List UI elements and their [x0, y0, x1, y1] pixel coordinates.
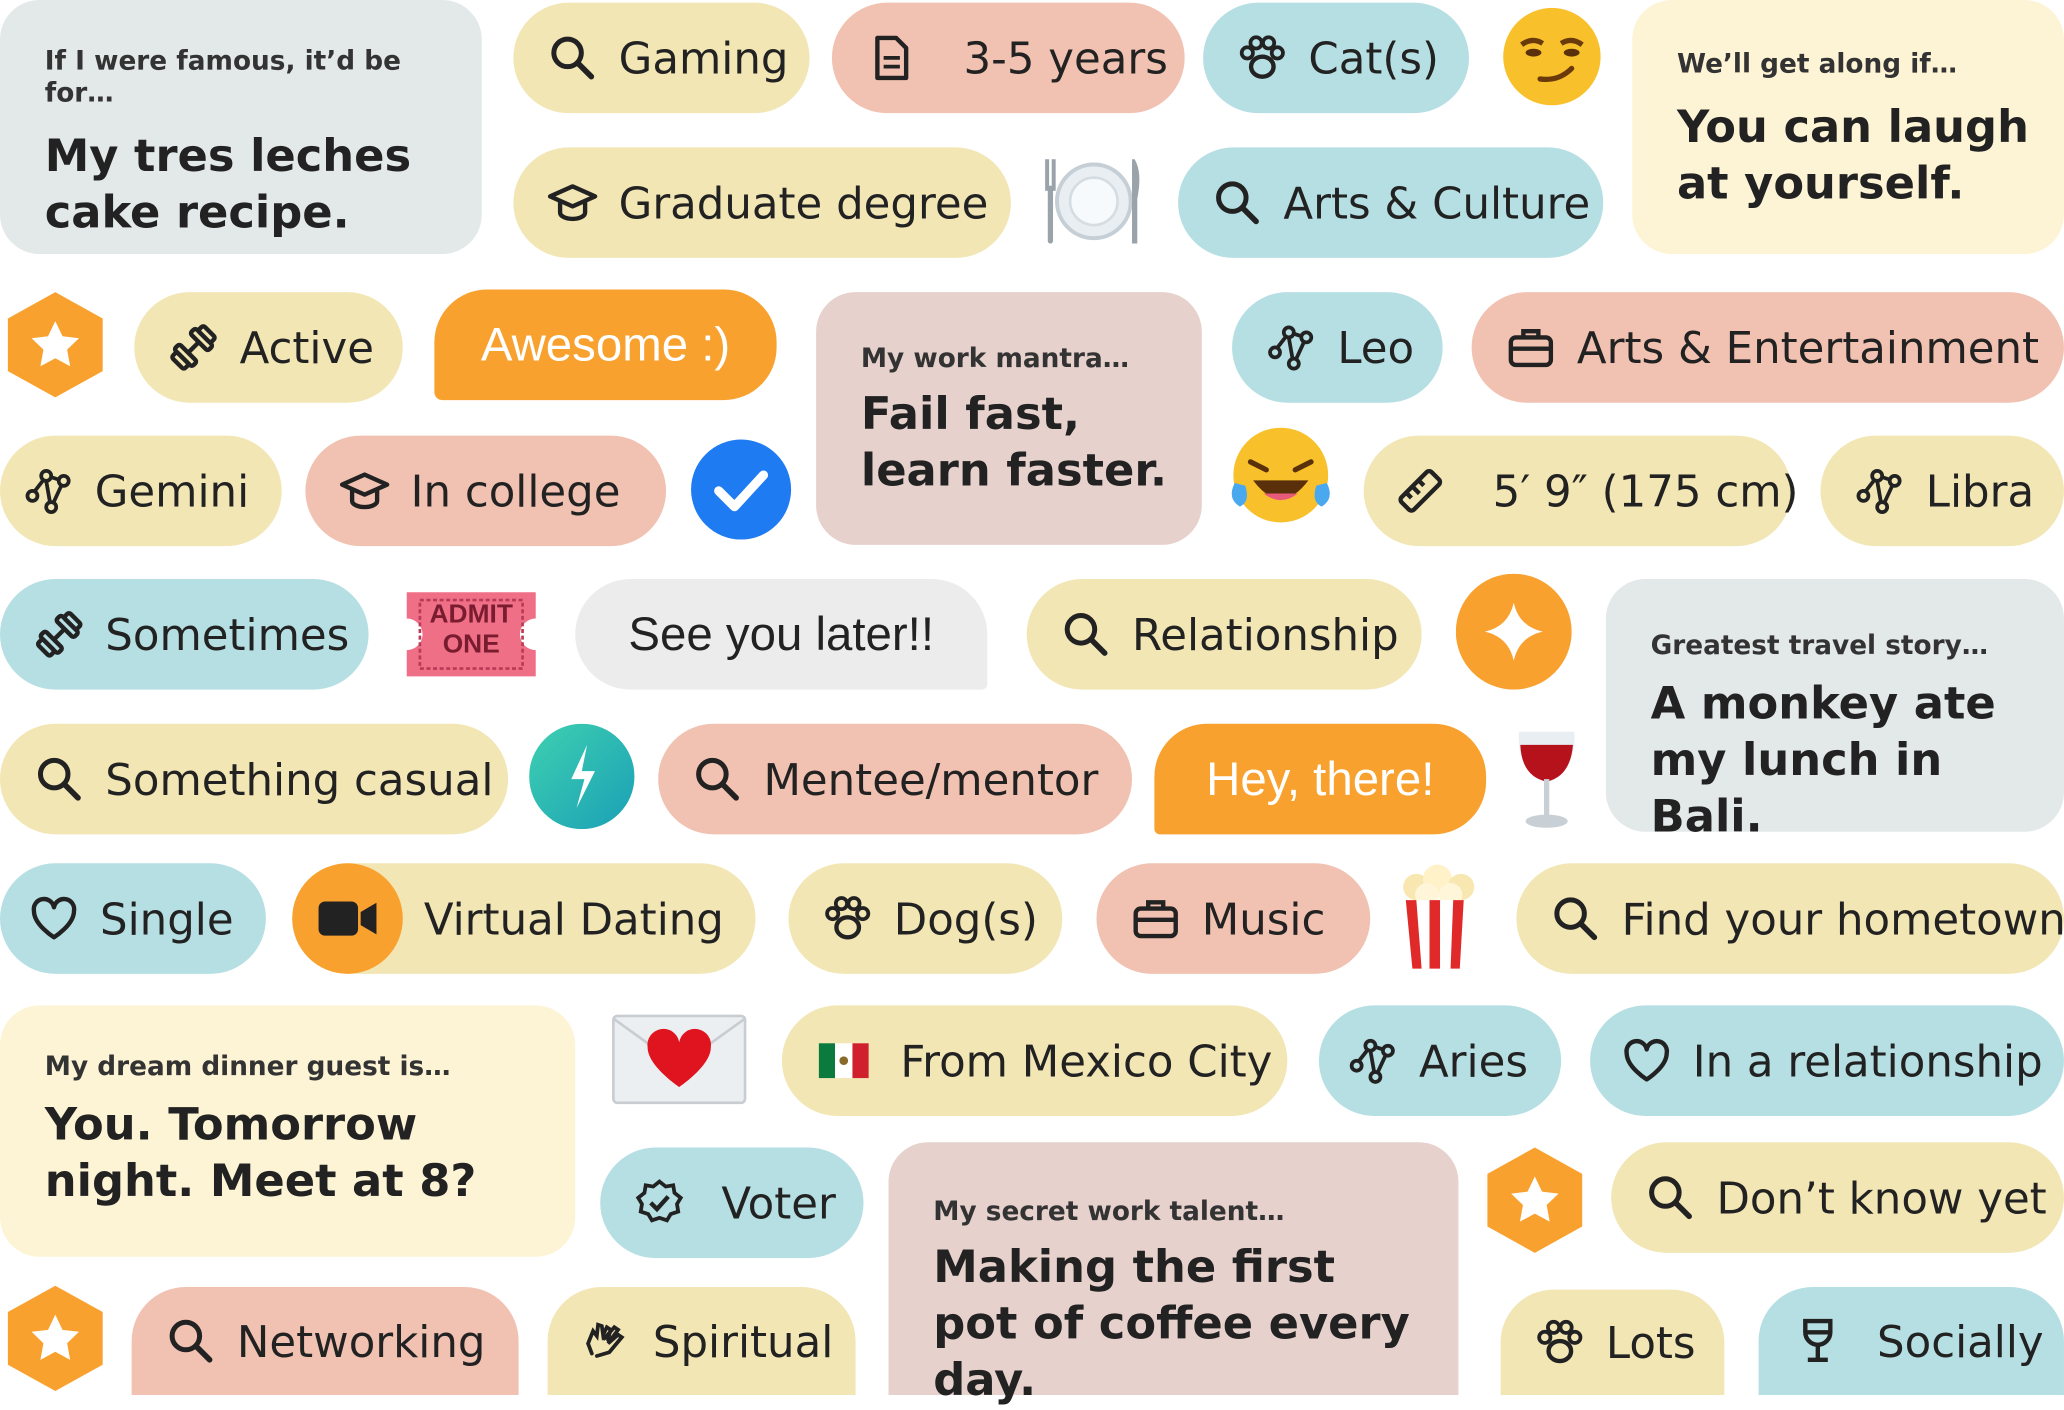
- dumbbell-icon: [32, 607, 87, 662]
- graduation-cap-icon: [545, 175, 600, 230]
- search-icon: [1643, 1170, 1698, 1225]
- search-icon: [1058, 607, 1113, 662]
- document-icon: [863, 30, 918, 85]
- search-icon: [690, 751, 745, 806]
- star-hexagon-icon: [1480, 1142, 1591, 1258]
- tag-dont-know-yet[interactable]: Don’t know yet: [1611, 1142, 2064, 1253]
- prompt-card-famous[interactable]: If I were famous, it’d be for… My tres l…: [0, 0, 482, 254]
- chat-bubble-see-you-later: See you later!!: [575, 579, 988, 690]
- wine-glass-icon: [1790, 1313, 1845, 1368]
- tag-in-college[interactable]: In college: [305, 435, 667, 547]
- search-icon: [545, 30, 600, 85]
- paw-icon: [1235, 30, 1290, 85]
- prompt-answer: Fail fast, learn faster.: [860, 388, 1168, 498]
- graduation-cap-icon: [337, 463, 392, 518]
- tag-arts-entertainment[interactable]: Arts & Entertainment: [1471, 292, 2064, 403]
- zodiac-icon: [1852, 463, 1907, 518]
- prompt-answer: You can laugh at yourself.: [1676, 101, 2029, 211]
- prompt-card-get-along[interactable]: We’ll get along if… You can laugh at you…: [1632, 0, 2064, 254]
- tag-cats[interactable]: Cat(s): [1203, 2, 1469, 114]
- tag-from-mexico-city[interactable]: From Mexico City: [781, 1005, 1288, 1116]
- tag-spiritual[interactable]: Spiritual: [547, 1287, 856, 1395]
- tag-years[interactable]: 3-5 years: [831, 2, 1185, 114]
- laughing-emoji-icon: [1227, 425, 1335, 528]
- profile-tags-collage: If I were famous, it’d be for… My tres l…: [0, 0, 2064, 1407]
- prompt-answer: My tres leches cake recipe.: [44, 130, 412, 240]
- tag-lots[interactable]: Lots: [1500, 1289, 1725, 1395]
- briefcase-icon: [1128, 891, 1183, 946]
- verified-badge-icon: [632, 1175, 687, 1230]
- prompt-card-travel-story[interactable]: Greatest travel story… A monkey ate my l…: [1605, 579, 2064, 844]
- paw-icon: [1532, 1315, 1587, 1370]
- sparkle-icon: [1455, 573, 1572, 690]
- smirk-emoji-icon: [1501, 5, 1604, 108]
- tag-arts-culture[interactable]: Arts & Culture: [1178, 147, 1604, 258]
- tag-libra[interactable]: Libra: [1820, 435, 2064, 547]
- prompt-question: My work mantra…: [860, 342, 1130, 374]
- tag-graduate-degree[interactable]: Graduate degree: [513, 147, 1011, 258]
- star-hexagon-icon: [0, 290, 111, 401]
- love-letter-emoji-icon: [608, 1011, 750, 1108]
- tag-something-casual[interactable]: Something casual: [0, 723, 509, 835]
- search-icon: [1548, 891, 1603, 946]
- ticket-icon: ADMIT ONE: [401, 587, 541, 682]
- tag-networking[interactable]: Networking: [131, 1287, 519, 1395]
- heart-icon: [26, 891, 81, 946]
- chat-bubble-hey-there: Hey, there!: [1154, 723, 1487, 835]
- tag-voter[interactable]: Voter: [600, 1147, 864, 1259]
- tag-virtual-dating[interactable]: Virtual Dating: [292, 863, 756, 974]
- tag-dogs[interactable]: Dog(s): [788, 863, 1063, 974]
- briefcase-icon: [1503, 320, 1558, 375]
- tag-relationship[interactable]: Relationship: [1026, 579, 1422, 690]
- tag-socially[interactable]: Socially: [1758, 1287, 2064, 1395]
- chat-bubble-awesome: Awesome :): [434, 289, 777, 401]
- tag-in-a-relationship[interactable]: In a relationship: [1590, 1005, 2064, 1116]
- prompt-question: My dream dinner guest is…: [44, 1050, 451, 1082]
- tag-gaming[interactable]: Gaming: [513, 2, 810, 114]
- hands-icon: [579, 1313, 634, 1368]
- prompt-answer: You. Tomorrow night. Meet at 8?: [44, 1098, 477, 1209]
- prompt-question: Greatest travel story…: [1650, 629, 1989, 661]
- zodiac-icon: [21, 463, 76, 518]
- checkmark-icon: [690, 438, 793, 541]
- prompt-answer: Making the first pot of coffee every day…: [933, 1240, 1410, 1408]
- dumbbell-icon: [166, 320, 221, 375]
- prompt-question: My secret work talent…: [933, 1194, 1285, 1227]
- tag-mentee-mentor[interactable]: Mentee/mentor: [658, 723, 1133, 835]
- paw-icon: [820, 891, 875, 946]
- heart-icon: [1619, 1033, 1674, 1088]
- ruler-icon: [1393, 463, 1448, 518]
- tag-single[interactable]: Single: [0, 863, 266, 974]
- prompt-question: We’ll get along if…: [1676, 47, 1958, 79]
- video-camera-icon: [292, 863, 403, 974]
- star-hexagon-icon: [0, 1282, 111, 1395]
- tag-find-hometown[interactable]: Find your hometown: [1516, 863, 2064, 974]
- tag-height[interactable]: 5′ 9″ (175 cm): [1363, 435, 1798, 547]
- tag-gemini[interactable]: Gemini: [0, 435, 282, 547]
- prompt-card-dream-dinner[interactable]: My dream dinner guest is… You. Tomorrow …: [0, 1005, 576, 1257]
- zodiac-icon: [1345, 1033, 1400, 1088]
- search-icon: [32, 751, 87, 806]
- tag-music[interactable]: Music: [1096, 863, 1371, 974]
- bolt-icon: [529, 723, 635, 830]
- prompt-answer: A monkey ate my lunch in Bali.: [1650, 677, 1996, 845]
- search-icon: [1210, 175, 1265, 230]
- plate-emoji-icon: [1040, 151, 1148, 251]
- popcorn-emoji-icon: [1393, 863, 1488, 971]
- wine-glass-emoji-icon: [1511, 726, 1582, 831]
- tag-active[interactable]: Active: [134, 292, 403, 403]
- tag-leo[interactable]: Leo: [1232, 292, 1443, 403]
- zodiac-icon: [1264, 320, 1319, 375]
- mexico-flag-icon: [813, 1040, 874, 1082]
- tag-aries[interactable]: Aries: [1318, 1005, 1562, 1116]
- search-icon: [163, 1313, 218, 1368]
- prompt-card-work-mantra[interactable]: My work mantra… Fail fast, learn faster.: [816, 292, 1202, 545]
- prompt-card-secret-talent[interactable]: My secret work talent… Making the first …: [888, 1142, 1459, 1407]
- prompt-question: If I were famous, it’d be for…: [44, 44, 401, 108]
- tag-sometimes[interactable]: Sometimes: [0, 579, 369, 690]
